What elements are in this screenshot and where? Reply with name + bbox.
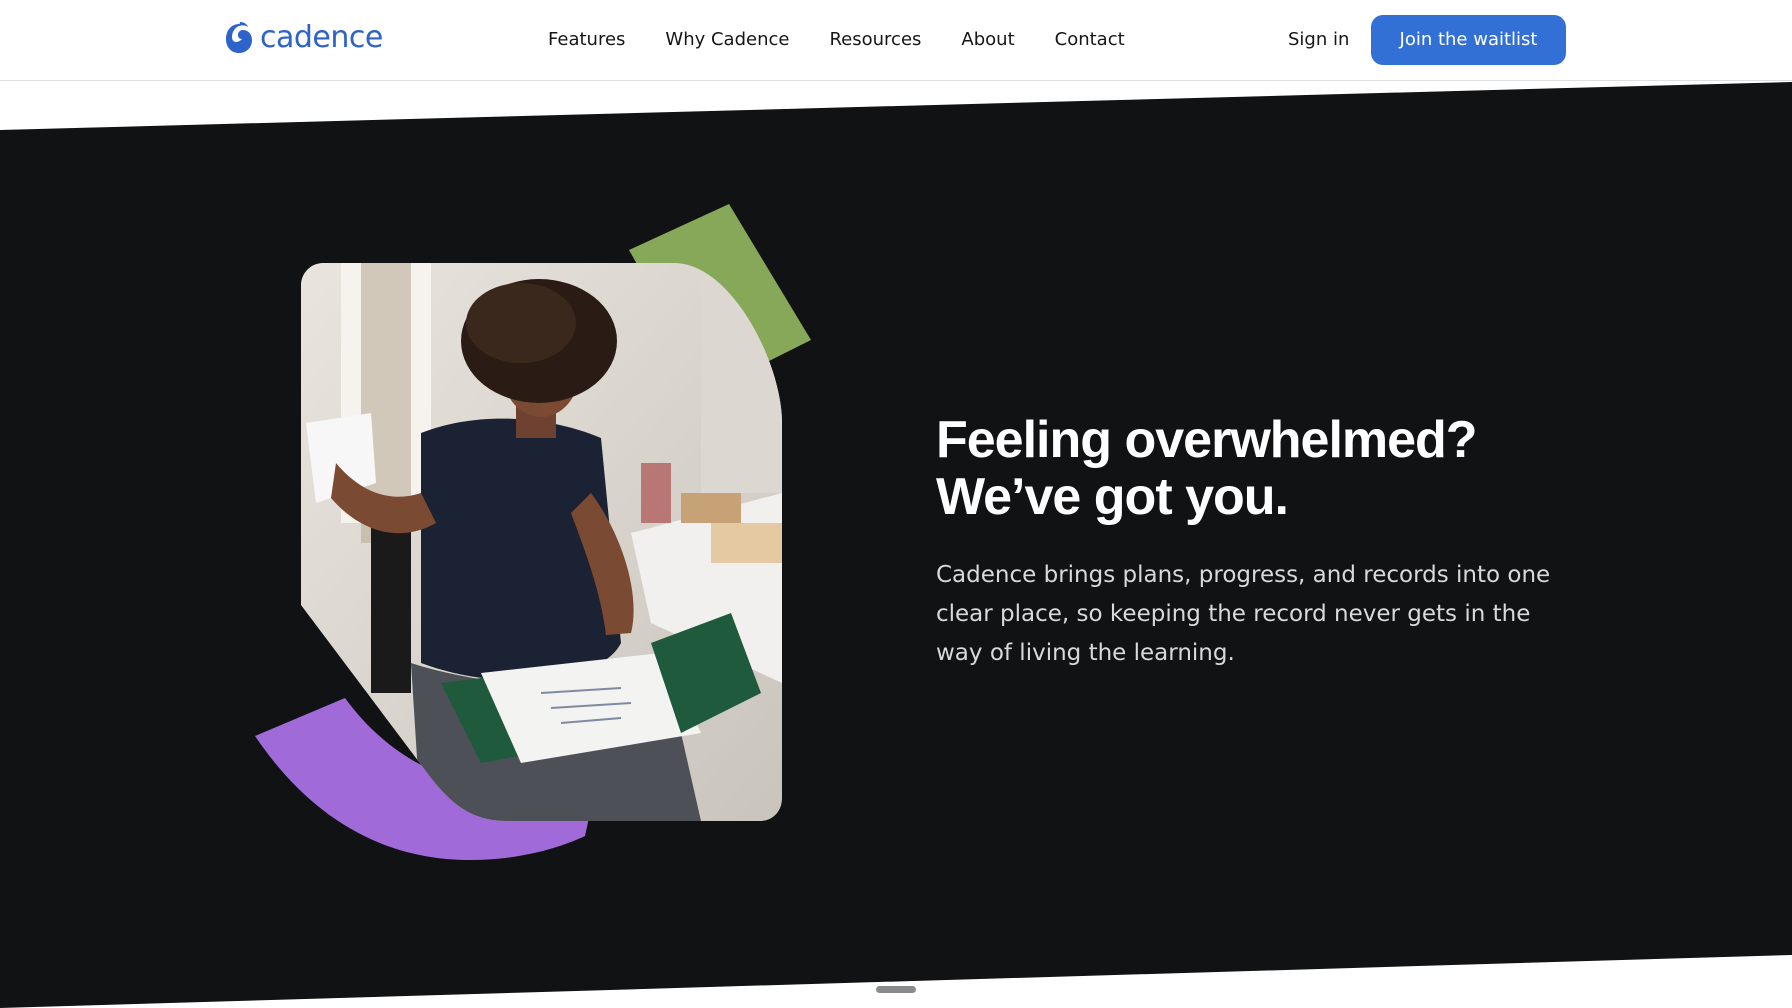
hero-description: Cadence brings plans, progress, and reco… (936, 562, 1551, 666)
hero-heading-line-2: We’ve got you. (936, 468, 1289, 526)
hero-copy: Feeling overwhelmed? We’ve got you. Cade… (936, 412, 1576, 673)
landing-page: cadence Features Why Cadence Resources A… (0, 0, 1792, 1008)
scroll-handle[interactable] (876, 986, 916, 993)
hero-photo (301, 263, 782, 821)
nav-about[interactable]: About (961, 28, 1014, 52)
nav-contact[interactable]: Contact (1055, 28, 1125, 52)
logo-link[interactable]: cadence (224, 18, 383, 58)
cadence-swirl-icon (226, 22, 252, 53)
nav-why-cadence[interactable]: Why Cadence (665, 28, 789, 52)
top-navigation: cadence Features Why Cadence Resources A… (0, 0, 1792, 81)
nav-features[interactable]: Features (548, 28, 625, 52)
hero-heading-line-1: Feeling overwhelmed? (936, 411, 1478, 469)
nav-resources[interactable]: Resources (829, 28, 921, 52)
join-waitlist-button[interactable]: Join the waitlist (1371, 15, 1566, 65)
hero-heading: Feeling overwhelmed? We’ve got you. (936, 412, 1576, 526)
main-nav: Features Why Cadence Resources About Con… (548, 28, 1125, 52)
sign-in-link[interactable]: Sign in (1288, 28, 1349, 52)
brand-name: cadence (260, 20, 383, 55)
